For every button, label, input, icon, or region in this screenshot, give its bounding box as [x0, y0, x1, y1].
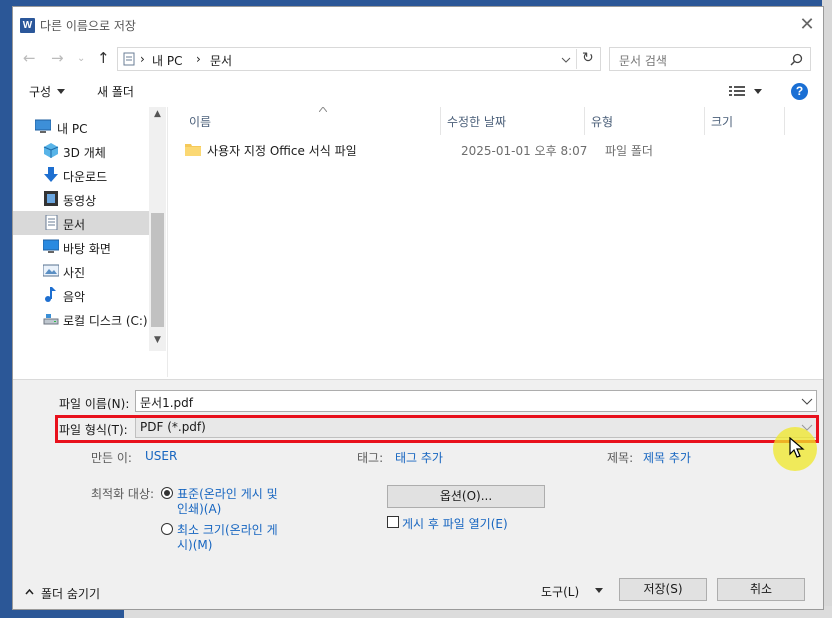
cube-icon — [43, 143, 59, 158]
up-arrow-icon[interactable]: ↑ — [97, 49, 110, 67]
sidebar-item-label: 문서 — [63, 218, 86, 232]
file-list: 이름 수정한 날짜 유형 크기 사용자 지정 Office 서식 파일 2025… — [169, 107, 823, 377]
option-standard-label[interactable]: 인쇄)(A) — [177, 500, 221, 517]
scroll-up-icon[interactable]: ▲ — [149, 109, 166, 125]
chevron-down-icon[interactable] — [561, 57, 571, 63]
desktop-icon — [43, 239, 59, 253]
filename-input[interactable]: 문서1.pdf — [135, 390, 817, 412]
sidebar-item-label: 다운로드 — [63, 170, 108, 184]
search-icon[interactable] — [790, 53, 803, 66]
sidebar-item-this-pc[interactable]: 내 PC — [13, 115, 149, 139]
sidebar-item-label: 사진 — [63, 266, 86, 280]
save-button[interactable]: 저장(S) — [619, 578, 707, 601]
filename-label: 파일 이름(N): — [59, 397, 130, 411]
organize-button[interactable]: 구성 — [29, 83, 51, 100]
author-value[interactable]: USER — [145, 449, 177, 463]
radio-minimum[interactable] — [161, 523, 173, 535]
add-title-link[interactable]: 제목 추가 — [643, 449, 691, 466]
recent-dropdown-icon[interactable]: ⌄ — [77, 53, 85, 64]
table-row[interactable]: 사용자 지정 Office 서식 파일 2025-01-01 오후 8:07 파… — [185, 139, 805, 161]
column-header-size[interactable]: 크기 — [705, 107, 785, 135]
option-minimum-label[interactable]: 시)(M) — [177, 536, 212, 553]
view-options-icon[interactable] — [729, 85, 745, 98]
command-toolbar: 구성 새 폴더 ? — [13, 77, 823, 107]
column-header-name[interactable]: 이름 — [183, 107, 441, 135]
navigation-bar: ← → ⌄ ↑ › 내 PC › 문서 ↻ 문서 검색 — [13, 45, 823, 73]
add-tag-link[interactable]: 태그 추가 — [395, 449, 443, 466]
sidebar-item-3d-objects[interactable]: 3D 개체 — [13, 139, 149, 163]
file-name: 사용자 지정 Office 서식 파일 — [207, 144, 357, 158]
refresh-icon[interactable]: ↻ — [582, 50, 594, 66]
navigation-pane: 내 PC 3D 개체 다운로드 동영상 문서 바탕 화면 사진 음악 로컬 디스… — [13, 107, 167, 377]
music-icon — [45, 287, 56, 302]
sidebar-item-label: 바탕 화면 — [63, 242, 111, 256]
sidebar-item-label: 동영상 — [63, 194, 97, 208]
tools-button[interactable]: 도구(L) — [541, 583, 579, 600]
chevron-up-icon[interactable] — [25, 589, 34, 595]
title-bar: W 다른 이름으로 저장 ✕ — [13, 7, 823, 41]
address-bar[interactable]: › 내 PC › 문서 ↻ — [117, 47, 601, 71]
word-app-icon: W — [20, 18, 35, 33]
document-icon — [45, 215, 58, 230]
tags-label: 태그: — [357, 451, 384, 465]
options-button[interactable]: 옵션(O)... — [387, 485, 545, 508]
sidebar-item-pictures[interactable]: 사진 — [13, 259, 149, 283]
file-type: 파일 폴더 — [605, 144, 653, 158]
sidebar-item-label: 로컬 디스크 (C:) — [63, 314, 148, 328]
save-as-dialog: W 다른 이름으로 저장 ✕ ← → ⌄ ↑ › 내 PC › 문서 ↻ 문서 … — [12, 6, 824, 610]
author-label: 만든 이: — [91, 451, 132, 465]
sidebar-item-local-disk[interactable]: 로컬 디스크 (C:) — [13, 307, 149, 331]
pc-icon — [35, 119, 51, 133]
save-options-panel: 파일 이름(N): 문서1.pdf 파일 형식(T): PDF (*.pdf) … — [13, 379, 823, 609]
forward-arrow-icon[interactable]: → — [51, 49, 64, 67]
tools-dropdown-icon[interactable] — [595, 588, 603, 593]
chevron-down-icon[interactable] — [800, 393, 814, 409]
scrollbar-thumb[interactable] — [151, 213, 164, 327]
mouse-pointer-icon — [789, 437, 805, 458]
folder-icon — [185, 144, 201, 156]
sidebar-item-label: 음악 — [63, 290, 86, 304]
column-header-type[interactable]: 유형 — [585, 107, 705, 135]
document-location-icon — [123, 52, 135, 66]
breadcrumb-item-pc[interactable]: 내 PC — [152, 52, 182, 69]
close-button[interactable]: ✕ — [795, 15, 819, 35]
column-header-modified[interactable]: 수정한 날짜 — [441, 107, 585, 135]
search-input[interactable]: 문서 검색 — [619, 52, 667, 69]
scroll-down-icon[interactable]: ▼ — [149, 335, 166, 351]
file-modified: 2025-01-01 오후 8:07 — [461, 144, 588, 158]
help-icon[interactable]: ? — [791, 83, 808, 100]
sidebar-item-music[interactable]: 음악 — [13, 283, 149, 307]
sidebar-item-desktop[interactable]: 바탕 화면 — [13, 235, 149, 259]
drive-icon — [43, 314, 59, 325]
radio-standard[interactable] — [161, 487, 173, 499]
video-icon — [44, 191, 58, 206]
view-dropdown-icon[interactable] — [754, 89, 762, 94]
window-title: 다른 이름으로 저장 — [40, 19, 136, 33]
open-after-publish-checkbox[interactable] — [387, 516, 399, 528]
highlight-box — [55, 415, 819, 443]
hide-folders-button[interactable]: 폴더 숨기기 — [41, 585, 100, 602]
breadcrumb-separator-icon: › — [140, 52, 145, 66]
cancel-button[interactable]: 취소 — [717, 578, 805, 601]
breadcrumb-item-documents[interactable]: 문서 — [210, 52, 232, 69]
back-arrow-icon[interactable]: ← — [23, 49, 36, 67]
navigation-scrollbar[interactable]: ▲ ▼ — [149, 107, 166, 351]
search-box[interactable]: 문서 검색 — [609, 47, 811, 71]
organize-dropdown-icon[interactable] — [57, 89, 65, 94]
sidebar-item-label: 3D 개체 — [63, 146, 106, 160]
breadcrumb-separator-icon: › — [196, 52, 201, 66]
title-label: 제목: — [607, 451, 634, 465]
download-icon — [44, 167, 58, 182]
sidebar-item-downloads[interactable]: 다운로드 — [13, 163, 149, 187]
sidebar-item-videos[interactable]: 동영상 — [13, 187, 149, 211]
sidebar-item-label: 내 PC — [57, 122, 88, 136]
new-folder-button[interactable]: 새 폴더 — [97, 83, 134, 100]
sidebar-item-documents[interactable]: 문서 — [13, 211, 149, 235]
open-after-publish-label[interactable]: 게시 후 파일 열기(E) — [402, 515, 508, 532]
optimize-label: 최적화 대상: — [91, 487, 155, 501]
picture-icon — [43, 264, 59, 277]
